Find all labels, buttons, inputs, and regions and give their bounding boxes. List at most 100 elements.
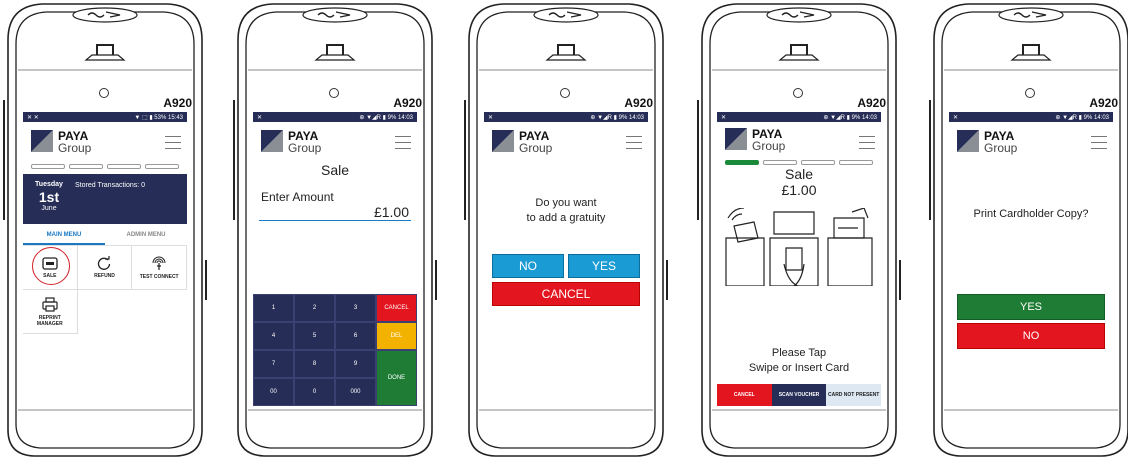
- screen: ✕ ⊕ ▼◢R ▮ 9% 14:03 PAYAGroup Sale £1.00: [717, 112, 881, 406]
- model-label: A920: [1089, 96, 1118, 110]
- amount-input[interactable]: £1.00: [259, 204, 411, 221]
- key-0[interactable]: 0: [294, 378, 335, 406]
- key-4[interactable]: 4: [253, 322, 294, 350]
- model-label: A920: [624, 96, 653, 110]
- printer-icon: [42, 296, 58, 312]
- camera-icon: [99, 88, 109, 98]
- logo-text-2: Group: [519, 141, 553, 155]
- screen: ✕ ⊕ ▼◢R ▮ 9% 14:03 PAYA Group Sale Enter …: [253, 112, 417, 406]
- cancel-button[interactable]: CANCEL: [717, 384, 772, 406]
- amount-label: Enter Amount: [261, 190, 334, 204]
- status-time: 14:03: [1093, 114, 1109, 121]
- prompt-line-1: Please Tap: [771, 347, 827, 359]
- paya-logo: PAYA Group: [957, 130, 1017, 154]
- card-not-present-button[interactable]: CARD NOT PRESENT: [826, 384, 881, 406]
- logo-text-2: Group: [58, 141, 92, 155]
- app-header: PAYA Group: [484, 122, 648, 162]
- status-bar: ✕ ⊕ ▼◢R ▮ 9% 14:03: [253, 112, 417, 122]
- progress-indicator: [717, 158, 881, 166]
- hamburger-menu-icon[interactable]: [859, 136, 875, 150]
- stored-transactions: Stored Transactions: 0: [75, 182, 146, 189]
- status-bar: ✕ ✕ ▼ ⬚ ▮ 53% 15:43: [23, 112, 187, 122]
- key-1[interactable]: 1: [253, 294, 294, 322]
- key-6[interactable]: 6: [335, 322, 376, 350]
- status-icons: ▼ ⬚ ▮ 53%: [134, 114, 167, 121]
- sale-amount: £1.00: [781, 182, 817, 198]
- camera-icon: [1025, 88, 1035, 98]
- status-bar: ✕ ⊕ ▼◢R ▮ 9% 14:03: [949, 112, 1113, 122]
- done-button[interactable]: DONE: [376, 350, 417, 406]
- status-notifications: ✕: [721, 114, 727, 121]
- status-notifications: ✕ ✕: [27, 114, 39, 121]
- scan-voucher-button[interactable]: SCAN VOUCHER: [771, 384, 827, 406]
- paya-logo-mark: [957, 130, 979, 152]
- key-00[interactable]: 00: [253, 378, 294, 406]
- logo-text-2: Group: [288, 141, 322, 155]
- key-2[interactable]: 2: [294, 294, 335, 322]
- device-5: A920 ✕ ⊕ ▼◢R ▮ 9% 14:03 PAYA Group Print …: [926, 0, 1128, 459]
- numeric-keypad: 1 2 3 CANCEL 4 5 6 DEL 7 8 9 DONE 00 0 0…: [253, 294, 417, 406]
- status-notifications: ✕: [953, 114, 959, 121]
- cancel-button[interactable]: CANCEL: [376, 294, 417, 322]
- hamburger-menu-icon[interactable]: [395, 136, 411, 150]
- key-8[interactable]: 8: [294, 350, 335, 378]
- progress-indicator: [23, 162, 187, 170]
- yes-button[interactable]: YES: [957, 294, 1105, 320]
- tile-test-connect[interactable]: TEST CONNECT: [132, 246, 187, 290]
- gratuity-question: Do you want to add a gratuity: [484, 196, 648, 226]
- camera-icon: [329, 88, 339, 98]
- paya-logo: PAYA Group: [725, 128, 785, 152]
- yes-button[interactable]: YES: [568, 254, 640, 278]
- no-button[interactable]: NO: [957, 323, 1105, 349]
- camera-icon: [560, 88, 570, 98]
- key-7[interactable]: 7: [253, 350, 294, 378]
- model-label: A920: [163, 96, 192, 110]
- date-label: 1st: [38, 189, 60, 205]
- app-header: PAYA Group: [717, 122, 881, 158]
- screen: ✕ ⊕ ▼◢R ▮ 9% 14:03 PAYA Group Do you want…: [484, 112, 648, 406]
- key-9[interactable]: 9: [335, 350, 376, 378]
- hamburger-menu-icon[interactable]: [165, 136, 181, 150]
- answer-buttons: NO YES: [484, 254, 648, 278]
- tab-main-menu[interactable]: MAIN MENU: [23, 224, 105, 245]
- question-line-1: Do you want: [535, 197, 597, 209]
- model-label: A920: [393, 96, 422, 110]
- paya-logo-mark: [31, 130, 53, 152]
- paya-logo-mark: [725, 128, 747, 150]
- refresh-icon: [98, 256, 111, 270]
- tile-refund[interactable]: REFUND: [77, 246, 133, 290]
- status-notifications: ✕: [488, 114, 494, 121]
- status-icons: ⊕ ▼◢R ▮ 9%: [590, 114, 628, 121]
- status-time: 15:43: [167, 114, 183, 121]
- hamburger-menu-icon[interactable]: [626, 136, 642, 150]
- logo-text-2: Group: [984, 141, 1018, 155]
- question-line-2: to add a gratuity: [526, 212, 606, 224]
- logo-text-2: Group: [752, 139, 786, 153]
- key-000[interactable]: 000: [335, 378, 376, 406]
- tile-refund-label: REFUND: [94, 273, 115, 279]
- status-bar: ✕ ⊕ ▼◢R ▮ 9% 14:03: [484, 112, 648, 122]
- delete-button[interactable]: DEL: [376, 322, 417, 350]
- status-icons: ⊕ ▼◢R ▮ 9%: [823, 114, 861, 121]
- page-title: Sale: [320, 162, 350, 178]
- device-1: A920 ✕ ✕ ▼ ⬚ ▮ 53% 15:43 PAYA Group Tuesd…: [0, 0, 210, 459]
- hamburger-menu-icon[interactable]: [1091, 136, 1107, 150]
- status-icons: ⊕ ▼◢R ▮ 9%: [1055, 114, 1093, 121]
- tile-sale[interactable]: SALE: [23, 246, 78, 290]
- highlight-ring: [32, 247, 70, 285]
- card-prompt: Please Tap Swipe or Insert Card: [717, 346, 881, 376]
- tile-reprint-manager-label: REPRINT MANAGER: [36, 314, 63, 327]
- camera-icon: [793, 88, 803, 98]
- key-5[interactable]: 5: [294, 322, 335, 350]
- print-question: Print Cardholder Copy?: [973, 208, 1089, 220]
- paya-logo-mark: [261, 130, 283, 152]
- tile-reprint-manager[interactable]: REPRINT MANAGER: [23, 290, 78, 334]
- cancel-button[interactable]: CANCEL: [492, 282, 640, 306]
- page-title: Sale: [784, 166, 814, 182]
- tab-admin-menu[interactable]: ADMIN MENU: [105, 224, 187, 245]
- device-2: A920 ✕ ⊕ ▼◢R ▮ 9% 14:03 PAYA Group Sale E…: [230, 0, 440, 459]
- no-button[interactable]: NO: [492, 254, 564, 278]
- key-3[interactable]: 3: [335, 294, 376, 322]
- app-header: PAYA Group: [949, 122, 1113, 162]
- status-time: 14:03: [628, 114, 644, 121]
